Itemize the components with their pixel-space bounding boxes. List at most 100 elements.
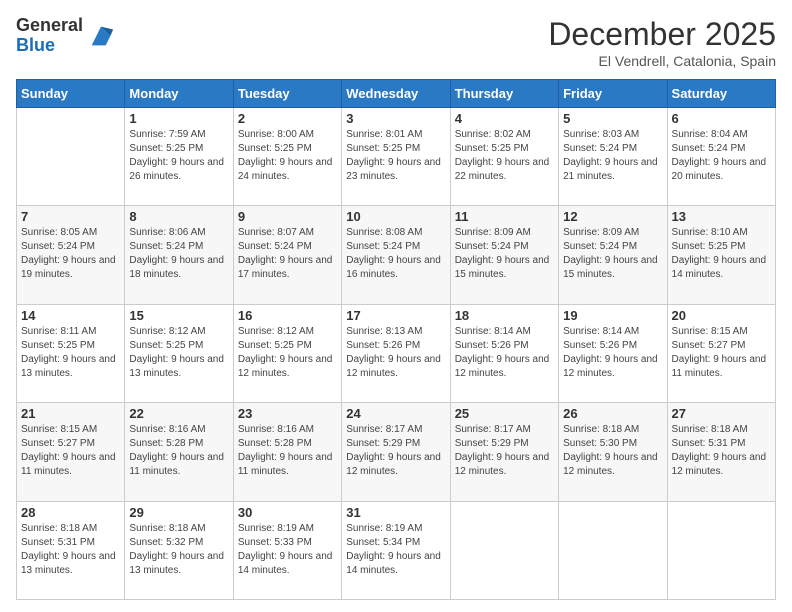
day-number: 2: [238, 111, 337, 126]
calendar-cell: [667, 501, 775, 599]
day-number: 12: [563, 209, 662, 224]
calendar-cell: 28Sunrise: 8:18 AMSunset: 5:31 PMDayligh…: [17, 501, 125, 599]
day-number: 15: [129, 308, 228, 323]
day-number: 3: [346, 111, 445, 126]
day-number: 5: [563, 111, 662, 126]
title-section: December 2025 El Vendrell, Catalonia, Sp…: [548, 16, 776, 69]
day-number: 25: [455, 406, 554, 421]
calendar-week-row: 14Sunrise: 8:11 AMSunset: 5:25 PMDayligh…: [17, 304, 776, 402]
calendar-cell: 6 Sunrise: 8:04 AMSunset: 5:24 PMDaylight…: [667, 108, 775, 206]
calendar-cell: 7 Sunrise: 8:05 AMSunset: 5:24 PMDaylight…: [17, 206, 125, 304]
calendar-cell: 14Sunrise: 8:11 AMSunset: 5:25 PMDayligh…: [17, 304, 125, 402]
calendar-cell: 9Sunrise: 8:07 AMSunset: 5:24 PMDaylight…: [233, 206, 341, 304]
calendar-cell: [17, 108, 125, 206]
day-number: 31: [346, 505, 445, 520]
day-info: Sunrise: 8:01 AMSunset: 5:25 PMDaylight:…: [346, 128, 445, 184]
calendar-cell: 24Sunrise: 8:17 AMSunset: 5:29 PMDayligh…: [342, 403, 450, 501]
calendar-week-row: 28Sunrise: 8:18 AMSunset: 5:31 PMDayligh…: [17, 501, 776, 599]
day-number: 13: [672, 209, 771, 224]
calendar-cell: 23 Sunrise: 8:16 AMSunset: 5:28 PMDayligh…: [233, 403, 341, 501]
day-info: Sunrise: 8:03 AMSunset: 5:24 PMDaylight:…: [563, 128, 662, 184]
calendar-cell: 21 Sunrise: 8:15 AMSunset: 5:27 PMDayligh…: [17, 403, 125, 501]
day-info: Sunrise: 8:16 AMSunset: 5:28 PMDaylight:…: [238, 423, 337, 479]
day-info: Sunrise: 8:14 AMSunset: 5:26 PMDaylight:…: [563, 325, 662, 381]
calendar-cell: 31 Sunrise: 8:19 AMSunset: 5:34 PMDayligh…: [342, 501, 450, 599]
calendar-cell: 19 Sunrise: 8:14 AMSunset: 5:26 PMDayligh…: [559, 304, 667, 402]
day-info: Sunrise: 8:19 AMSunset: 5:34 PMDaylight:…: [346, 522, 445, 578]
day-info: Sunrise: 8:18 AMSunset: 5:30 PMDaylight:…: [563, 423, 662, 479]
day-number: 28: [21, 505, 120, 520]
logo-icon: [87, 22, 115, 50]
calendar-cell: 29Sunrise: 8:18 AMSunset: 5:32 PMDayligh…: [125, 501, 233, 599]
calendar-header-monday: Monday: [125, 80, 233, 108]
calendar-table: SundayMondayTuesdayWednesdayThursdayFrid…: [16, 79, 776, 600]
day-info: Sunrise: 8:12 AMSunset: 5:25 PMDaylight:…: [238, 325, 337, 381]
day-number: 1: [129, 111, 228, 126]
day-number: 6: [672, 111, 771, 126]
calendar-cell: 2Sunrise: 8:00 AMSunset: 5:25 PMDaylight…: [233, 108, 341, 206]
calendar-header-sunday: Sunday: [17, 80, 125, 108]
calendar-cell: 10Sunrise: 8:08 AMSunset: 5:24 PMDayligh…: [342, 206, 450, 304]
calendar-week-row: 7 Sunrise: 8:05 AMSunset: 5:24 PMDaylight…: [17, 206, 776, 304]
logo-blue: Blue: [16, 36, 83, 56]
day-number: 22: [129, 406, 228, 421]
logo: General Blue: [16, 16, 115, 56]
day-info: Sunrise: 8:09 AMSunset: 5:24 PMDaylight:…: [455, 226, 554, 282]
calendar-cell: 16 Sunrise: 8:12 AMSunset: 5:25 PMDayligh…: [233, 304, 341, 402]
calendar-cell: 1 Sunrise: 7:59 AMSunset: 5:25 PMDaylight…: [125, 108, 233, 206]
month-title: December 2025: [548, 16, 776, 53]
day-info: Sunrise: 8:16 AMSunset: 5:28 PMDaylight:…: [129, 423, 228, 479]
calendar-cell: 17Sunrise: 8:13 AMSunset: 5:26 PMDayligh…: [342, 304, 450, 402]
day-number: 17: [346, 308, 445, 323]
day-info: Sunrise: 8:17 AMSunset: 5:29 PMDaylight:…: [346, 423, 445, 479]
day-info: Sunrise: 8:18 AMSunset: 5:31 PMDaylight:…: [672, 423, 771, 479]
logo-general: General: [16, 16, 83, 36]
day-number: 10: [346, 209, 445, 224]
day-info: Sunrise: 8:19 AMSunset: 5:33 PMDaylight:…: [238, 522, 337, 578]
day-number: 8: [129, 209, 228, 224]
day-number: 7: [21, 209, 120, 224]
calendar-header-thursday: Thursday: [450, 80, 558, 108]
day-info: Sunrise: 8:15 AMSunset: 5:27 PMDaylight:…: [672, 325, 771, 381]
day-info: Sunrise: 8:04 AMSunset: 5:24 PMDaylight:…: [672, 128, 771, 184]
day-info: Sunrise: 8:05 AMSunset: 5:24 PMDaylight:…: [21, 226, 120, 282]
day-info: Sunrise: 8:17 AMSunset: 5:29 PMDaylight:…: [455, 423, 554, 479]
calendar-cell: [450, 501, 558, 599]
calendar-cell: [559, 501, 667, 599]
calendar-cell: 3 Sunrise: 8:01 AMSunset: 5:25 PMDaylight…: [342, 108, 450, 206]
calendar-week-row: 21 Sunrise: 8:15 AMSunset: 5:27 PMDayligh…: [17, 403, 776, 501]
calendar-cell: 25 Sunrise: 8:17 AMSunset: 5:29 PMDayligh…: [450, 403, 558, 501]
day-number: 26: [563, 406, 662, 421]
calendar-header-friday: Friday: [559, 80, 667, 108]
day-info: Sunrise: 8:10 AMSunset: 5:25 PMDaylight:…: [672, 226, 771, 282]
day-number: 21: [21, 406, 120, 421]
day-info: Sunrise: 8:11 AMSunset: 5:25 PMDaylight:…: [21, 325, 120, 381]
day-info: Sunrise: 8:18 AMSunset: 5:32 PMDaylight:…: [129, 522, 228, 578]
day-number: 16: [238, 308, 337, 323]
calendar-cell: 8 Sunrise: 8:06 AMSunset: 5:24 PMDaylight…: [125, 206, 233, 304]
day-number: 11: [455, 209, 554, 224]
calendar-cell: 5 Sunrise: 8:03 AMSunset: 5:24 PMDaylight…: [559, 108, 667, 206]
calendar-cell: 13 Sunrise: 8:10 AMSunset: 5:25 PMDayligh…: [667, 206, 775, 304]
day-info: Sunrise: 8:14 AMSunset: 5:26 PMDaylight:…: [455, 325, 554, 381]
day-number: 19: [563, 308, 662, 323]
header: General Blue December 2025 El Vendrell, …: [16, 16, 776, 69]
calendar-header-tuesday: Tuesday: [233, 80, 341, 108]
calendar-cell: 11 Sunrise: 8:09 AMSunset: 5:24 PMDayligh…: [450, 206, 558, 304]
day-number: 23: [238, 406, 337, 421]
day-info: Sunrise: 8:15 AMSunset: 5:27 PMDaylight:…: [21, 423, 120, 479]
day-number: 27: [672, 406, 771, 421]
calendar-week-row: 1 Sunrise: 7:59 AMSunset: 5:25 PMDaylight…: [17, 108, 776, 206]
day-number: 30: [238, 505, 337, 520]
calendar-cell: 22 Sunrise: 8:16 AMSunset: 5:28 PMDayligh…: [125, 403, 233, 501]
day-info: Sunrise: 7:59 AMSunset: 5:25 PMDaylight:…: [129, 128, 228, 184]
day-info: Sunrise: 8:02 AMSunset: 5:25 PMDaylight:…: [455, 128, 554, 184]
subtitle: El Vendrell, Catalonia, Spain: [548, 53, 776, 69]
logo-text: General Blue: [16, 16, 83, 56]
main-container: General Blue December 2025 El Vendrell, …: [0, 0, 792, 612]
calendar-cell: 26 Sunrise: 8:18 AMSunset: 5:30 PMDayligh…: [559, 403, 667, 501]
day-number: 4: [455, 111, 554, 126]
calendar-cell: 15Sunrise: 8:12 AMSunset: 5:25 PMDayligh…: [125, 304, 233, 402]
calendar-header-saturday: Saturday: [667, 80, 775, 108]
day-info: Sunrise: 8:06 AMSunset: 5:24 PMDaylight:…: [129, 226, 228, 282]
